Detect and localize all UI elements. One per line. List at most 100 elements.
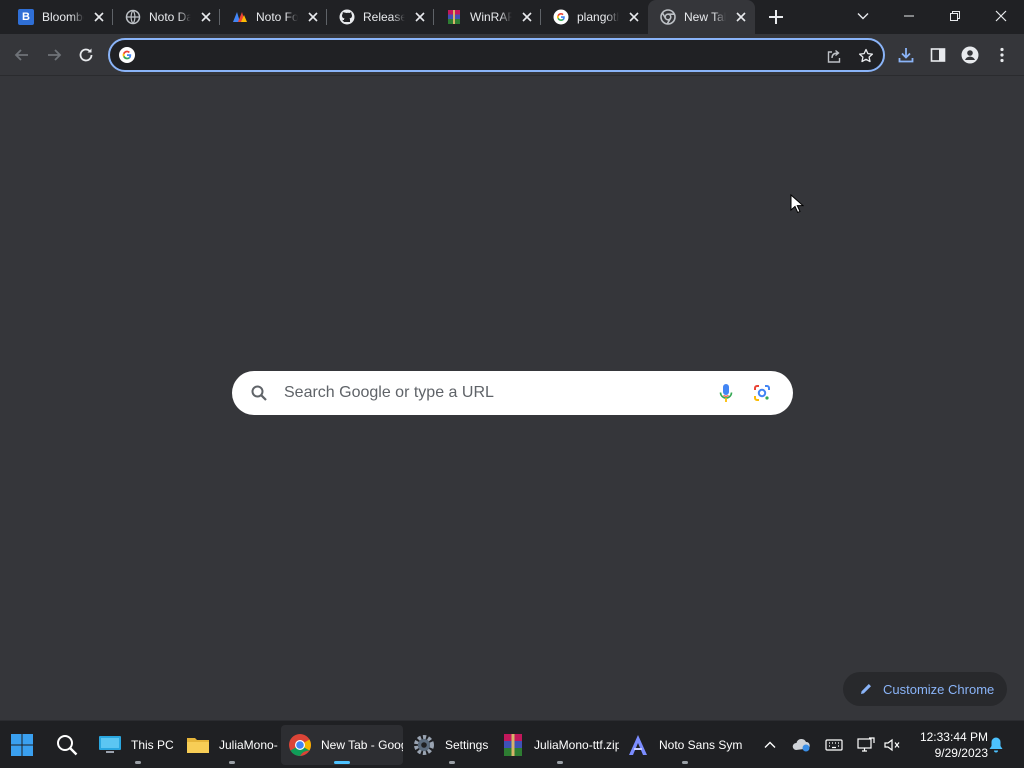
- close-tab-icon[interactable]: [414, 11, 426, 23]
- system-clock[interactable]: 12:33:44 PM 9/29/2023: [908, 729, 988, 761]
- taskbar-item-label: Noto Sans Symbols: [659, 738, 743, 752]
- profile-button[interactable]: [958, 43, 982, 67]
- chevron-down-icon: [857, 13, 869, 20]
- tab-noto-fonts[interactable]: Noto Fonts: [220, 0, 327, 34]
- new-tab-plus-icon[interactable]: [766, 7, 786, 27]
- close-tab-icon[interactable]: [307, 11, 319, 23]
- tab-title: Noto Fonts: [256, 10, 298, 24]
- monitor-icon: [99, 736, 121, 753]
- folder-icon: [187, 738, 209, 753]
- close-tab-icon[interactable]: [735, 11, 747, 23]
- microphone-icon[interactable]: [718, 383, 734, 403]
- reload-button[interactable]: [74, 43, 98, 67]
- tab-noto-daily[interactable]: Noto Daily: [113, 0, 220, 34]
- share-icon: [827, 49, 841, 63]
- winrar-icon: [448, 10, 460, 24]
- downloads-button[interactable]: [894, 43, 918, 67]
- close-tab-icon[interactable]: [200, 11, 212, 23]
- customize-chrome-button[interactable]: Customize Chrome: [843, 672, 1007, 706]
- kebab-menu-icon: [1000, 47, 1004, 63]
- ntp-search-box[interactable]: [232, 371, 793, 415]
- tab-title: plangothic: [577, 10, 619, 24]
- minimize-icon: [904, 15, 914, 17]
- address-bar[interactable]: [108, 38, 885, 72]
- ntp-search-input[interactable]: [284, 382, 704, 404]
- pencil-icon: [861, 684, 871, 694]
- start-button[interactable]: [10, 721, 36, 768]
- close-tab-icon[interactable]: [628, 11, 640, 23]
- winrar-icon: [504, 734, 522, 756]
- windows-logo-icon: [11, 734, 33, 756]
- customize-chrome-label: Customize Chrome: [883, 681, 995, 697]
- side-panel-icon: [930, 48, 946, 62]
- side-panel-button[interactable]: [926, 43, 950, 67]
- taskbar-item-label: JuliaMono-ttf: [219, 738, 278, 752]
- taskbar-item-label: This PC: [131, 738, 174, 752]
- taskbar-search-button[interactable]: [55, 721, 81, 768]
- google-lens-icon[interactable]: [753, 384, 771, 402]
- restore-icon: [950, 11, 960, 21]
- running-indicator: [449, 761, 455, 764]
- taskbar-item-label: New Tab - Google Chrome: [321, 738, 403, 752]
- taskbar-item-label: Settings: [445, 738, 489, 752]
- settings-gear-icon: [414, 735, 434, 755]
- arrow-right-icon: [48, 49, 62, 61]
- star-icon: [858, 48, 874, 63]
- tab-title: New Tab: [684, 10, 726, 24]
- tab-plangothic[interactable]: plangothic: [541, 0, 648, 34]
- windows-taskbar: This PC JuliaMono-ttf New Tab - Google C…: [0, 720, 1024, 768]
- tab-title: Releases: [363, 10, 405, 24]
- noto-fonts-icon: [233, 12, 247, 22]
- tab-new-tab[interactable]: New Tab: [648, 0, 755, 34]
- chrome-icon: [289, 734, 311, 756]
- mouse-cursor-icon: [790, 194, 804, 214]
- back-button[interactable]: [10, 43, 34, 67]
- taskbar-item-file-explorer[interactable]: JuliaMono-ttf: [186, 721, 278, 768]
- bloomberg-b-icon: B: [18, 9, 34, 25]
- running-indicator: [229, 761, 235, 764]
- minimize-button[interactable]: [886, 0, 932, 32]
- close-icon: [995, 10, 1007, 22]
- tab-title: Noto Daily: [149, 10, 191, 24]
- volume-tray-button[interactable]: [882, 735, 902, 755]
- tab-bloomberg[interactable]: B Bloomberg: [6, 0, 113, 34]
- forward-button[interactable]: [42, 43, 66, 67]
- close-window-button[interactable]: [978, 0, 1024, 32]
- bookmark-button[interactable]: [856, 46, 876, 66]
- restore-button[interactable]: [932, 0, 978, 32]
- network-icon: [857, 737, 875, 752]
- network-tray-button[interactable]: [856, 735, 876, 755]
- keyboard-tray-button[interactable]: [824, 735, 844, 755]
- toolbar: [0, 34, 1024, 76]
- globe-icon: [125, 9, 141, 25]
- chrome-menu-button[interactable]: [990, 43, 1014, 67]
- google-g-icon: [553, 9, 569, 25]
- clock-time: 12:33:44 PM: [919, 730, 988, 744]
- onedrive-tray-button[interactable]: [792, 735, 812, 755]
- taskbar-item-winrar[interactable]: JuliaMono-ttf.zip: [501, 721, 619, 768]
- volume-muted-icon: [884, 738, 900, 752]
- taskbar-item-this-pc[interactable]: This PC: [98, 721, 178, 768]
- tab-releases[interactable]: Releases: [327, 0, 434, 34]
- close-tab-icon[interactable]: [521, 11, 533, 23]
- active-indicator: [334, 761, 350, 764]
- chrome-icon: [660, 9, 676, 25]
- bell-icon: [989, 737, 1003, 753]
- reload-icon: [79, 48, 93, 62]
- show-hidden-icons-button[interactable]: [760, 735, 780, 755]
- close-tab-icon[interactable]: [93, 11, 105, 23]
- taskbar-item-settings[interactable]: Settings: [412, 721, 492, 768]
- notifications-button[interactable]: [986, 735, 1006, 755]
- taskbar-item-chrome[interactable]: New Tab - Google Chrome: [281, 725, 403, 765]
- taskbar-item-font-viewer[interactable]: Noto Sans Symbols: [626, 721, 744, 768]
- tab-winrar[interactable]: WinRAR: [434, 0, 541, 34]
- share-button[interactable]: [824, 46, 844, 66]
- tab-search-button[interactable]: [840, 0, 886, 32]
- profile-avatar-icon: [961, 46, 979, 64]
- address-input[interactable]: [144, 44, 824, 66]
- running-indicator: [135, 761, 141, 764]
- tab-title: WinRAR: [470, 10, 512, 24]
- arrow-left-icon: [14, 49, 28, 61]
- clock-date: 9/29/2023: [934, 746, 988, 760]
- font-viewer-icon: [629, 735, 647, 755]
